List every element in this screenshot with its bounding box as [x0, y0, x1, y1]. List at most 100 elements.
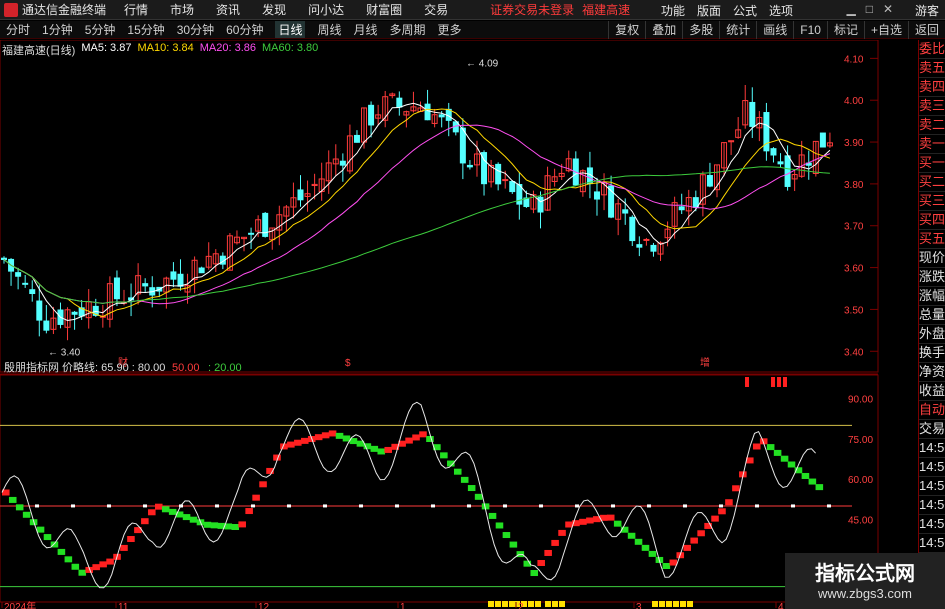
- period-tab-10[interactable]: 更多: [438, 21, 462, 38]
- sidebar-item-19[interactable]: 自动: [919, 401, 945, 420]
- login-warning[interactable]: 证券交易未登录: [490, 1, 574, 18]
- app-title: 通达信金融终端: [22, 3, 107, 17]
- sidebar-item-18[interactable]: 收益: [919, 382, 945, 401]
- sidebar-item-3[interactable]: 卖三: [919, 97, 945, 116]
- sidebar-item-13[interactable]: 涨幅: [919, 287, 945, 306]
- menu-item-2[interactable]: 资讯: [216, 1, 240, 18]
- indicator-block: [474, 493, 483, 500]
- period-tab-3[interactable]: 15分钟: [127, 21, 164, 38]
- sidebar-item-22[interactable]: 14:56: [919, 458, 945, 477]
- sidebar-item-5[interactable]: 卖一: [919, 135, 945, 154]
- period-toolbar: 分时 1分钟 5分钟 15分钟 30分钟 60分钟 日线 周线 月线 多周期 更多 复权 叠加 多股 统计…: [0, 21, 945, 39]
- right-menu-item-2[interactable]: 公式: [733, 2, 757, 19]
- sidebar-item-16[interactable]: 换手: [919, 344, 945, 363]
- sidebar-item-4[interactable]: 卖二: [919, 116, 945, 135]
- level-dot: [251, 504, 255, 508]
- indicator-block: [711, 515, 719, 522]
- candle-body: [1, 257, 7, 261]
- sell-signal: [777, 377, 781, 387]
- period-tab-2[interactable]: 5分钟: [85, 21, 116, 38]
- sidebar-item-17[interactable]: 净资: [919, 363, 945, 382]
- candle-body: [43, 320, 50, 331]
- level-dot: [827, 504, 831, 508]
- close-icon[interactable]: ✕: [883, 2, 893, 16]
- price-axis-label: 3.90: [844, 138, 864, 149]
- sidebar-item-23[interactable]: 14:56: [919, 477, 945, 496]
- indicator-legend: 殷朋指标网 价略线: 65.90 : 80.00: [4, 360, 165, 374]
- tool-button-7[interactable]: +自选: [863, 21, 908, 39]
- indicator-block: [328, 430, 337, 437]
- period-tab-4[interactable]: 30分钟: [177, 21, 214, 38]
- tool-button-4[interactable]: 画线: [756, 21, 793, 39]
- sidebar-item-8[interactable]: 买三: [919, 192, 945, 211]
- menu-item-6[interactable]: 交易: [424, 1, 448, 18]
- indicator-block: [384, 446, 392, 453]
- period-tab-6[interactable]: 日线: [275, 21, 306, 38]
- sidebar-item-12[interactable]: 涨跌: [919, 268, 945, 287]
- tool-button-6[interactable]: 标记: [826, 21, 864, 39]
- minimize-icon[interactable]: ▁: [846, 2, 855, 16]
- sidebar-item-11[interactable]: 现价: [919, 249, 945, 268]
- menu-item-0[interactable]: 行情: [124, 1, 148, 18]
- stock-chart[interactable]: 4.10 4.00 3.90 3.80 3.70 3.60 3.50 3.40 90.00 75.…: [0, 40, 918, 609]
- sidebar-item-14[interactable]: 总量: [919, 306, 945, 325]
- menu-item-4[interactable]: 问小达: [308, 1, 344, 18]
- guest-label[interactable]: 游客: [915, 2, 939, 19]
- sidebar-item-25[interactable]: 14:56: [919, 515, 945, 534]
- level-dot: [35, 504, 39, 508]
- tool-button-5[interactable]: F10: [793, 21, 827, 39]
- price-axis-label: 3.70: [844, 222, 864, 233]
- candle-body: [509, 181, 516, 193]
- period-tab-0[interactable]: 分时: [6, 21, 30, 38]
- candle-body: [706, 175, 713, 187]
- indicator-block: [732, 485, 740, 492]
- sidebar-item-0[interactable]: 委比: [919, 40, 945, 59]
- indicator-block: [613, 520, 622, 527]
- tool-button-1[interactable]: 叠加: [645, 21, 682, 39]
- tool-button-8[interactable]: 返回: [907, 21, 945, 39]
- indicator-block: [467, 485, 476, 492]
- sidebar-item-24[interactable]: 14:56: [919, 496, 945, 515]
- level-dot: [467, 504, 471, 508]
- buy-signal: [502, 601, 508, 607]
- maximize-icon[interactable]: □: [866, 2, 873, 16]
- indicator-block: [509, 541, 518, 548]
- level-dot: [539, 504, 543, 508]
- sidebar-item-1[interactable]: 卖五: [919, 59, 945, 78]
- right-menu-item-3[interactable]: 选项: [769, 2, 793, 19]
- candle-body: [749, 101, 756, 127]
- indicator-block: [154, 503, 163, 510]
- sidebar-item-26[interactable]: 14:56: [919, 534, 945, 553]
- indicator-block: [488, 512, 497, 519]
- level-dot: [755, 504, 759, 508]
- indicator-legend-green: : 20.00: [208, 362, 242, 374]
- period-tab-7[interactable]: 周线: [317, 21, 341, 38]
- sidebar-item-21[interactable]: 14:56: [919, 439, 945, 458]
- menu-item-5[interactable]: 财富圈: [366, 1, 402, 18]
- tool-button-0[interactable]: 复权: [608, 21, 645, 39]
- indicator-block: [752, 443, 761, 450]
- sidebar-item-10[interactable]: 买五: [919, 230, 945, 249]
- sidebar-item-15[interactable]: 外盘: [919, 325, 945, 344]
- tool-button-2[interactable]: 多股: [682, 21, 719, 39]
- candle-body: [819, 132, 826, 148]
- sidebar-item-6[interactable]: 买一: [919, 154, 945, 173]
- sidebar-item-7[interactable]: 买二: [919, 173, 945, 192]
- candle-body: [777, 161, 784, 165]
- period-tab-9[interactable]: 多周期: [390, 21, 426, 38]
- menu-item-3[interactable]: 发现: [262, 1, 286, 18]
- sidebar-item-2[interactable]: 卖四: [919, 78, 945, 97]
- period-tab-8[interactable]: 月线: [354, 21, 378, 38]
- sidebar-item-20[interactable]: 交易: [919, 420, 945, 439]
- indicator-axis-label: 45.00: [848, 515, 873, 526]
- period-tab-1[interactable]: 1分钟: [42, 21, 73, 38]
- tool-button-3[interactable]: 统计: [719, 21, 756, 39]
- sidebar-item-9[interactable]: 买四: [919, 211, 945, 230]
- right-menu-item-0[interactable]: 功能: [661, 2, 685, 19]
- buy-signal: [488, 601, 494, 607]
- indicator-block: [377, 448, 386, 455]
- menu-item-1[interactable]: 市场: [170, 1, 194, 18]
- right-menu-item-1[interactable]: 版面: [697, 2, 721, 19]
- indicator-block: [314, 434, 323, 441]
- period-tab-5[interactable]: 60分钟: [226, 21, 263, 38]
